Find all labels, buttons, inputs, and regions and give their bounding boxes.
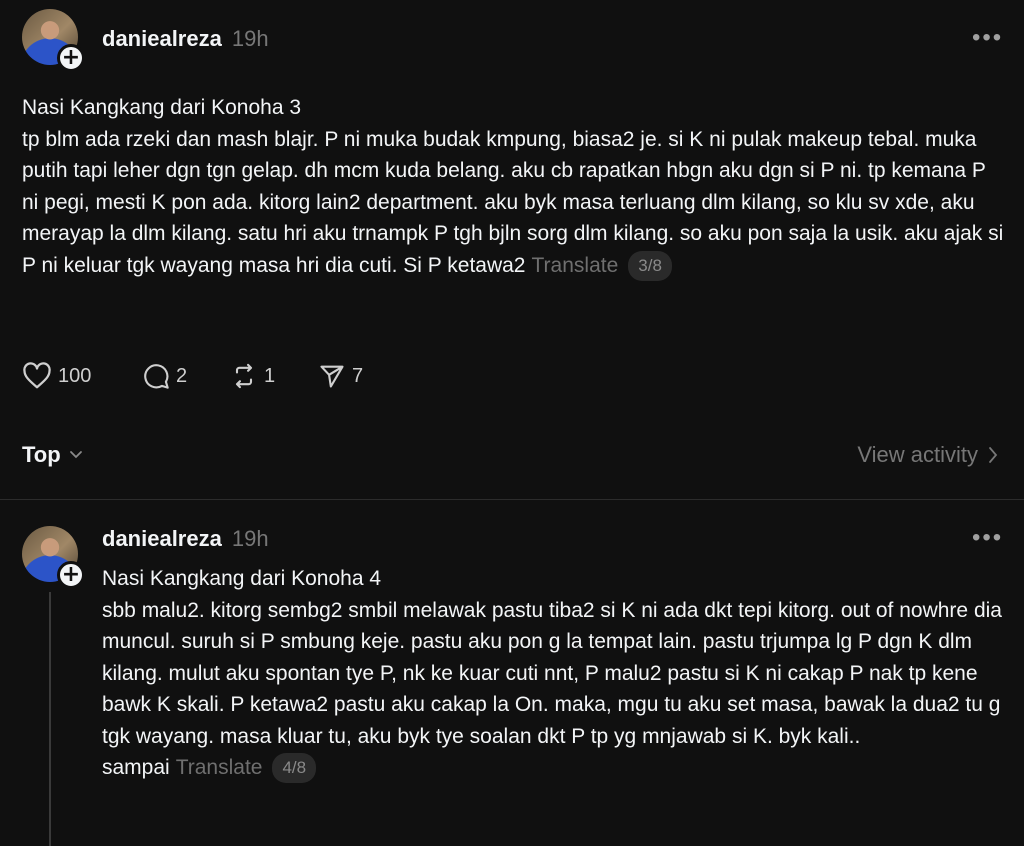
sort-label: Top xyxy=(22,442,61,467)
follow-plus-icon[interactable]: + xyxy=(57,44,85,72)
thread-page-badge: 3/8 xyxy=(628,250,672,281)
heart-icon xyxy=(23,362,51,389)
post-body: Nasi Kangkang dari Konoha 3 tp blm ada r… xyxy=(22,92,1007,281)
send-icon xyxy=(320,365,344,388)
view-activity-label: View activity xyxy=(857,442,978,467)
username[interactable]: daniealreza xyxy=(102,526,222,551)
share-count: 7 xyxy=(352,364,364,387)
post-header: daniealreza 19h xyxy=(102,26,269,52)
share-button[interactable]: 7 xyxy=(318,362,398,390)
more-options-icon[interactable]: ••• xyxy=(972,24,1003,52)
like-button[interactable]: 100 xyxy=(22,362,142,390)
username[interactable]: daniealreza xyxy=(102,26,222,51)
follow-plus-icon[interactable]: + xyxy=(57,561,85,589)
chevron-down-icon xyxy=(69,451,82,459)
chevron-right-icon xyxy=(989,447,998,463)
comment-icon xyxy=(144,364,169,389)
view-activity-link[interactable]: View activity xyxy=(857,442,998,468)
more-options-icon[interactable]: ••• xyxy=(972,524,1003,552)
action-bar: 100 2 1 7 xyxy=(22,362,398,390)
thread-page-badge: 4/8 xyxy=(272,753,317,784)
repost-count: 1 xyxy=(264,364,276,387)
post-text: Nasi Kangkang dari Konoha 4 sbb malu2. k… xyxy=(102,567,1002,779)
thread-line xyxy=(49,592,51,846)
translate-link[interactable]: Translate xyxy=(176,756,263,779)
post-body: Nasi Kangkang dari Konoha 4 sbb malu2. k… xyxy=(102,563,1007,784)
timestamp: 19h xyxy=(231,526,269,551)
comment-count: 2 xyxy=(176,364,188,387)
sort-dropdown[interactable]: Top xyxy=(22,442,83,468)
post-header: daniealreza 19h xyxy=(102,526,269,552)
comment-button[interactable]: 2 xyxy=(142,362,230,390)
translate-link[interactable]: Translate xyxy=(532,254,619,277)
post-text: Nasi Kangkang dari Konoha 3 tp blm ada r… xyxy=(22,96,1004,277)
repost-icon xyxy=(235,363,253,389)
timestamp: 19h xyxy=(231,26,269,51)
like-count: 100 xyxy=(58,364,92,387)
repost-button[interactable]: 1 xyxy=(230,362,318,390)
divider xyxy=(0,499,1024,500)
